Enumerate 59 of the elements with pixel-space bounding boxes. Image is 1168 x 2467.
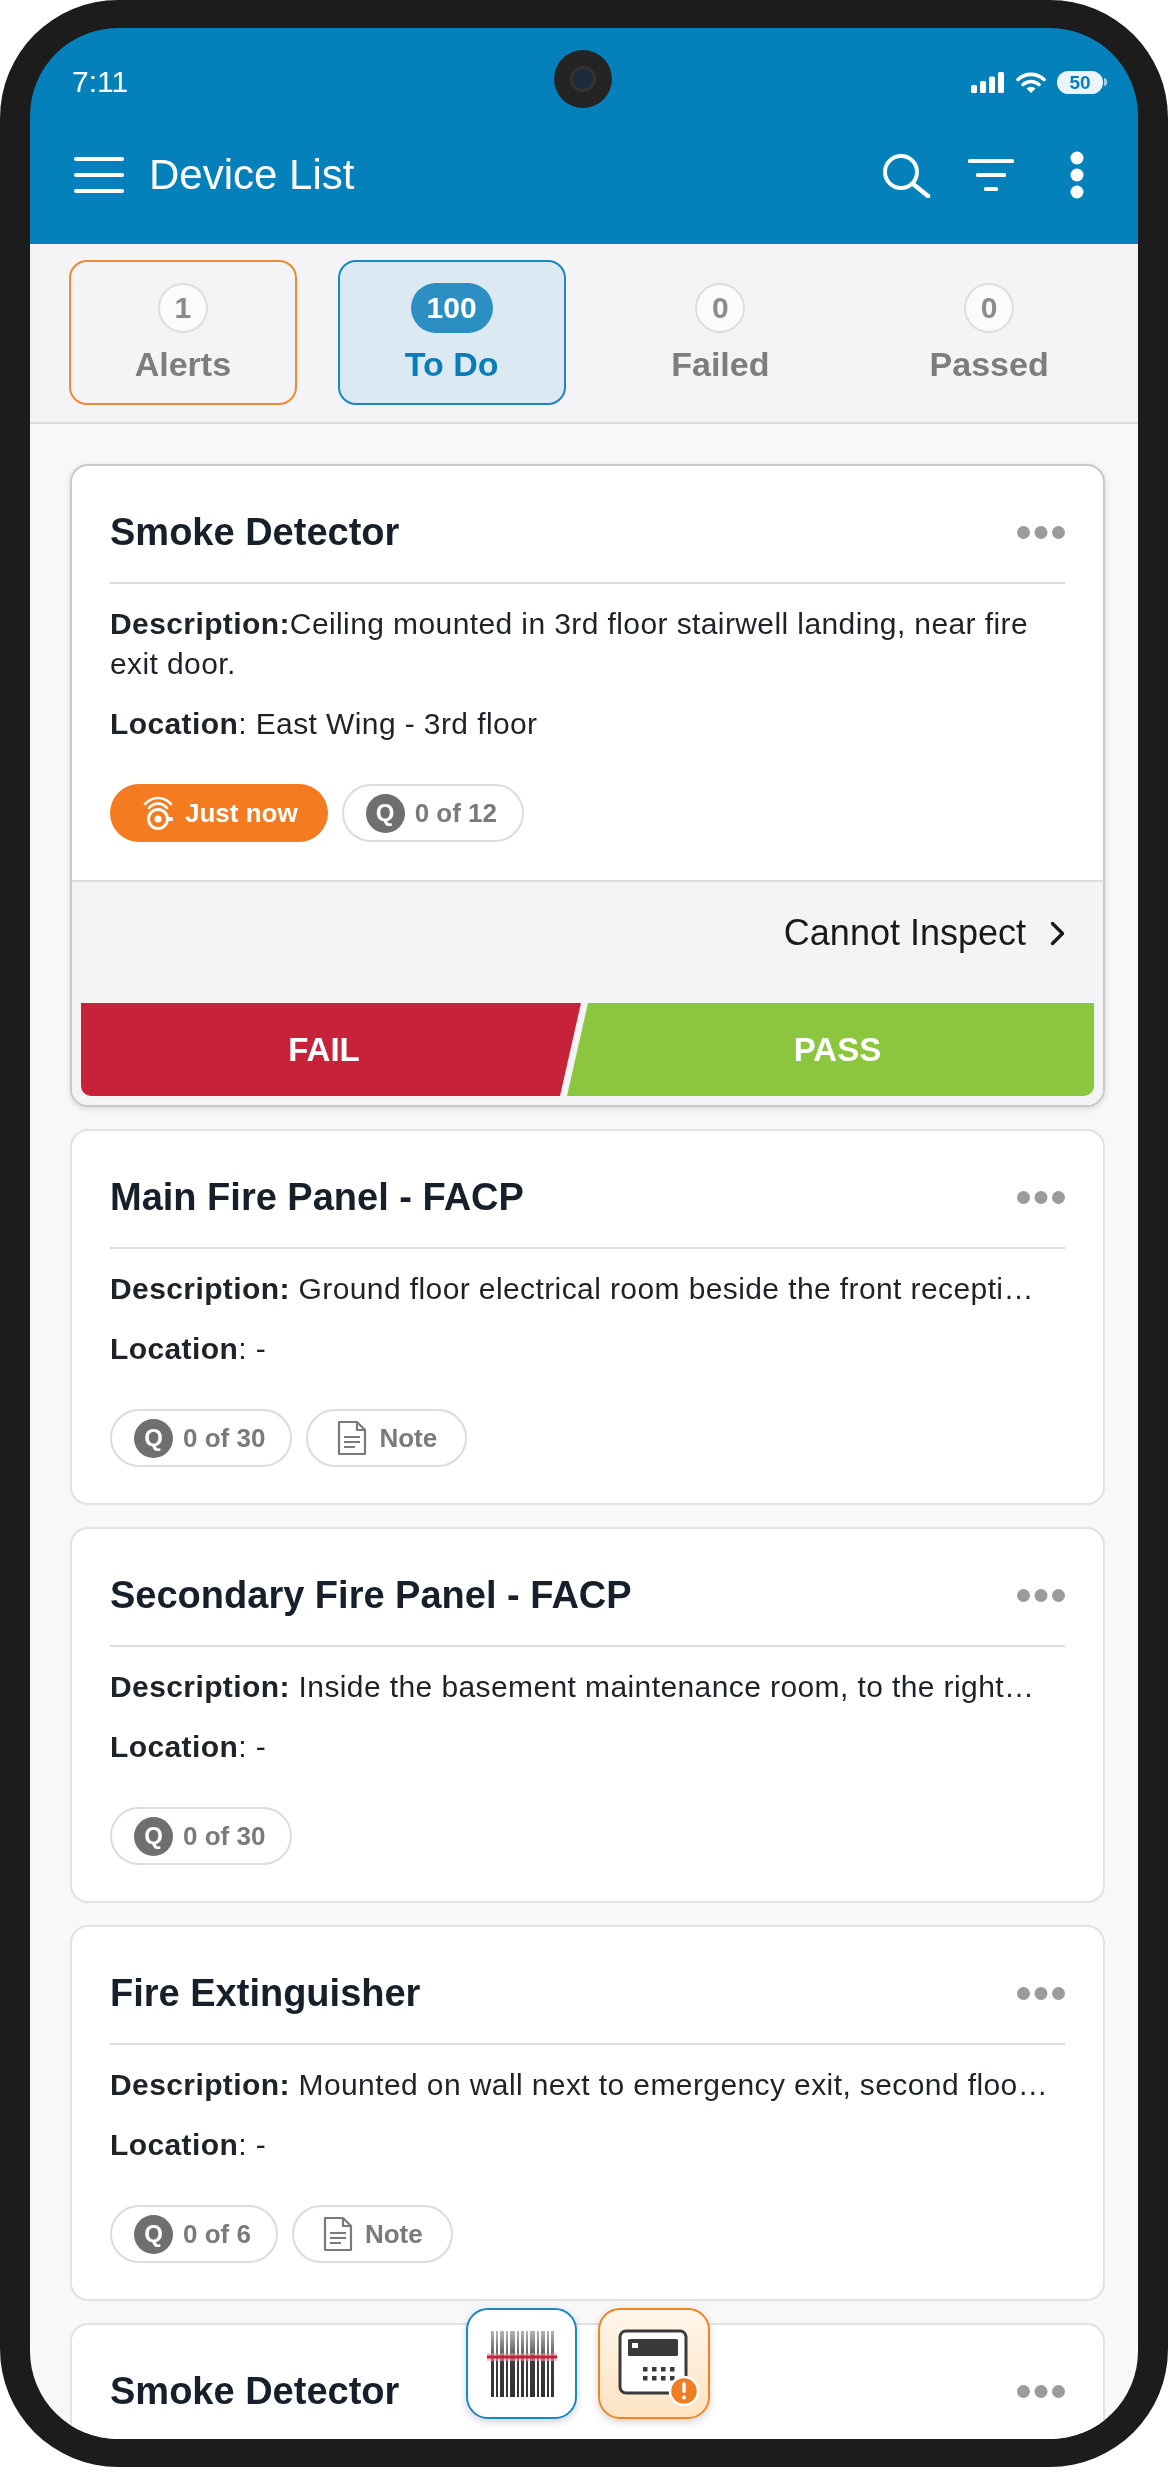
barcode-scan-icon (486, 2330, 557, 2397)
signal-icon (971, 71, 1005, 93)
question-letter-badge: Q (134, 1418, 173, 1458)
more-options-icon[interactable] (1017, 1190, 1065, 1204)
document-icon (337, 1420, 368, 1456)
device-title: Fire Extinguisher (110, 1971, 421, 2015)
questions-chip[interactable]: Q 0 of 12 (341, 784, 525, 842)
note-chip[interactable]: Note (291, 2205, 453, 2263)
device-description: Description:Ceiling mounted in 3rd floor stairwell landing, near fire exit door. (110, 606, 1029, 682)
document-icon (322, 2216, 353, 2252)
more-options-icon[interactable] (1017, 525, 1065, 539)
device-title: Smoke Detector (110, 510, 400, 554)
tab-count: 0 (695, 283, 746, 333)
alert-time-chip[interactable]: Just now (110, 784, 328, 842)
question-letter-badge: Q (134, 1816, 173, 1856)
screen-title: Device List (149, 151, 355, 199)
device-card[interactable]: Secondary Fire Panel - FACP Description: Inside the basement maintenance room, to the right… Location: - Q 0 of 30 (70, 1527, 1105, 1903)
device-title: Smoke Detector (110, 2369, 400, 2413)
search-icon[interactable] (882, 152, 931, 198)
device-card[interactable]: Fire Extinguisher Description: Mounted on wall next to emergency exit, second floo… Location: - Q 0 of 6 Note (70, 1925, 1105, 2301)
tab-count: 1 (157, 283, 208, 333)
device-title: Secondary Fire Panel - FACP (110, 1573, 632, 1617)
device-title: Main Fire Panel - FACP (110, 1175, 524, 1219)
more-options-icon[interactable] (1017, 1986, 1065, 2000)
device-location: Location: - (110, 1729, 268, 1765)
more-options-icon[interactable] (1017, 1588, 1065, 1602)
device-description: Description: Mounted on wall next to emergency exit, second floo… (110, 2067, 1050, 2103)
note-chip[interactable]: Note (306, 1409, 468, 1467)
status-tab[interactable]: 0 Passed (875, 260, 1103, 405)
status-tab[interactable]: 0 Failed (606, 260, 835, 405)
panel-alert-button[interactable] (598, 2308, 710, 2419)
tab-count: 0 (964, 283, 1015, 333)
chevron-right-icon (1050, 920, 1065, 946)
device-card[interactable]: Main Fire Panel - FACP Description: Ground floor electrical room beside the front recepti… Location: - Q 0 of 30 Note (70, 1129, 1105, 1505)
questions-chip[interactable]: Q 0 of 30 (110, 1409, 293, 1467)
question-letter-badge: Q (365, 793, 405, 833)
wifi-icon (1016, 70, 1046, 94)
barcode-scan-button[interactable] (466, 2308, 577, 2419)
battery-indicator: 50 (1057, 70, 1107, 94)
cannot-inspect-button[interactable]: Cannot Inspect (783, 906, 1065, 960)
device-location: Location: East Wing - 3rd floor (110, 706, 539, 742)
device-card[interactable]: Smoke Detector Description:Ceiling mounted in 3rd floor stairwell landing, near fire exit door. Location: East Wing - 3rd floor Just now Q 0 of 12 Cannot Inspect FAIL PASS (70, 464, 1105, 1107)
questions-chip[interactable]: Q 0 of 6 (110, 2205, 278, 2263)
status-tab[interactable]: 1 Alerts (69, 260, 297, 405)
question-letter-badge: Q (134, 2214, 173, 2254)
fail-button[interactable]: FAIL (81, 1003, 581, 1096)
status-tab[interactable]: 100 To Do (337, 260, 566, 405)
more-options-icon[interactable] (1017, 2384, 1065, 2398)
device-description: Description: Ground floor electrical room beside the front recepti… (110, 1271, 1035, 1307)
status-time: 7:11 (72, 65, 129, 99)
tab-count: 100 (410, 283, 493, 333)
device-location: Location: - (110, 2127, 268, 2163)
device-description: Description: Inside the basement maintenance room, to the right… (110, 1669, 1036, 1705)
device-location: Location: - (110, 1331, 268, 1367)
alarm-panel-icon (618, 2328, 700, 2407)
more-options-icon[interactable] (1070, 151, 1084, 199)
filter-icon[interactable] (968, 159, 1014, 191)
menu-icon[interactable] (74, 157, 124, 193)
questions-chip[interactable]: Q 0 of 30 (110, 1807, 293, 1865)
